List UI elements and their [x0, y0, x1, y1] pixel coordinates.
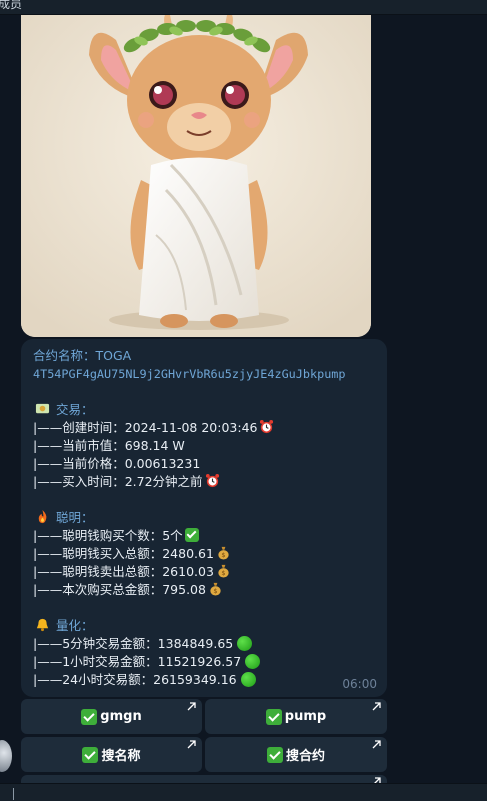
- check-mark-icon: [82, 746, 99, 763]
- alarm-clock-icon: [260, 419, 274, 434]
- quant-section-label: 量化：: [55, 618, 94, 633]
- check-mark-icon: [266, 746, 283, 763]
- button-label: 搜名称: [101, 749, 141, 764]
- row-value: 2610.03: [162, 564, 214, 579]
- row-value: 11521926.57: [157, 654, 242, 669]
- green-circle-icon: [245, 654, 261, 669]
- row-label: |——买入时间：: [33, 474, 125, 489]
- row-value: 2.72分钟之前: [124, 474, 203, 489]
- check-mark-icon: [81, 708, 98, 725]
- row-value: 26159349.16: [153, 672, 237, 687]
- bell-icon: [36, 618, 49, 632]
- sender-avatar[interactable]: [0, 740, 12, 772]
- row-value: 1384849.65: [157, 636, 234, 651]
- row-value: 795.08: [162, 582, 206, 597]
- svg-text:$: $: [221, 569, 225, 577]
- trade-row: |——当前价格：0.00613231: [33, 455, 375, 473]
- button-label: pump: [284, 709, 327, 724]
- green-circle-icon: [240, 672, 256, 687]
- row-label: |——聪明钱买入总额：: [33, 546, 163, 561]
- contract-address[interactable]: 4T54PGF4gAU75NL9j2GHvrVbR6u5zjyJE4zGuJbk…: [33, 365, 375, 383]
- trade-section-title: 交易：: [33, 401, 375, 419]
- row-label: |——1小时交易金额：: [33, 654, 158, 669]
- pump-button[interactable]: pump: [205, 699, 387, 734]
- row-label: |——聪明钱卖出总额：: [33, 564, 163, 579]
- external-link-icon: [372, 740, 381, 749]
- money-bag-icon: $: [218, 546, 229, 560]
- quant-section-title: 量化：: [33, 617, 375, 635]
- external-link-icon: [187, 702, 196, 711]
- row-label: |——本次购买总金额：: [33, 582, 163, 597]
- smart-section-title: 聪明：: [33, 509, 375, 527]
- smart-section-label: 聪明：: [55, 510, 94, 525]
- button-label: 搜合约: [285, 749, 325, 764]
- chat-header-title: 成员: [0, 0, 23, 11]
- button-label: gmgn: [100, 709, 142, 724]
- external-link-icon: [187, 740, 196, 749]
- trade-row: |——当前市值：698.14 W: [33, 437, 375, 455]
- trade-row: |——创建时间：2024-11-08 20:03:46: [33, 419, 375, 437]
- row-label: |——当前价格：: [33, 456, 125, 471]
- quant-row: |——5分钟交易金额：1384849.65: [33, 635, 375, 653]
- green-circle-icon: [237, 636, 253, 651]
- smart-row: |——本次购买总金额：795.08 $: [33, 581, 375, 599]
- message-input-bar[interactable]: [0, 783, 487, 801]
- message-bubble: 合约名称：TOGA 4T54PGF4gAU75NL9j2GHvrVbR6u5zj…: [21, 339, 387, 697]
- money-icon: [35, 403, 50, 414]
- input-caret: [13, 788, 14, 800]
- row-label: |——24小时交易额：: [33, 672, 154, 687]
- smart-row: |——聪明钱购买个数：5个: [33, 527, 375, 545]
- row-value: 2480.61: [162, 546, 214, 561]
- row-value: 2024-11-08 20:03:46: [124, 420, 258, 435]
- gmgn-button[interactable]: gmgn: [21, 699, 202, 734]
- trade-row: |——买入时间：2.72分钟之前: [33, 473, 375, 491]
- fire-icon: [38, 509, 47, 524]
- message-timestamp: 06:00: [342, 677, 377, 691]
- check-mark-icon: [265, 708, 282, 725]
- search-name-button[interactable]: 搜名称: [21, 737, 202, 772]
- row-value: 5个: [162, 528, 183, 543]
- contract-name: 合约名称：TOGA: [33, 348, 132, 363]
- trade-section-label: 交易：: [55, 402, 94, 417]
- smart-row: |——聪明钱买入总额：2480.61 $: [33, 545, 375, 563]
- chat-header: 成员: [0, 0, 487, 15]
- smart-row: |——聪明钱卖出总额：2610.03 $: [33, 563, 375, 581]
- quant-row: |——24小时交易额：26159349.16: [33, 671, 375, 689]
- money-bag-icon: $: [218, 564, 229, 578]
- message-photo[interactable]: [21, 15, 371, 337]
- money-bag-icon: $: [210, 582, 221, 596]
- check-mark-icon: [184, 528, 199, 542]
- row-value: 698.14 W: [124, 438, 185, 453]
- row-label: |——创建时间：: [33, 420, 125, 435]
- row-label: |——聪明钱购买个数：: [33, 528, 163, 543]
- svg-text:$: $: [221, 551, 225, 559]
- search-contract-button[interactable]: 搜合约: [205, 737, 387, 772]
- row-label: |——当前市值：: [33, 438, 125, 453]
- alarm-clock-icon: [205, 473, 219, 488]
- svg-text:$: $: [213, 587, 217, 595]
- row-label: |——5分钟交易金额：: [33, 636, 158, 651]
- quant-row: |——1小时交易金额：11521926.57: [33, 653, 375, 671]
- row-value: 0.00613231: [124, 456, 201, 471]
- external-link-icon: [372, 702, 381, 711]
